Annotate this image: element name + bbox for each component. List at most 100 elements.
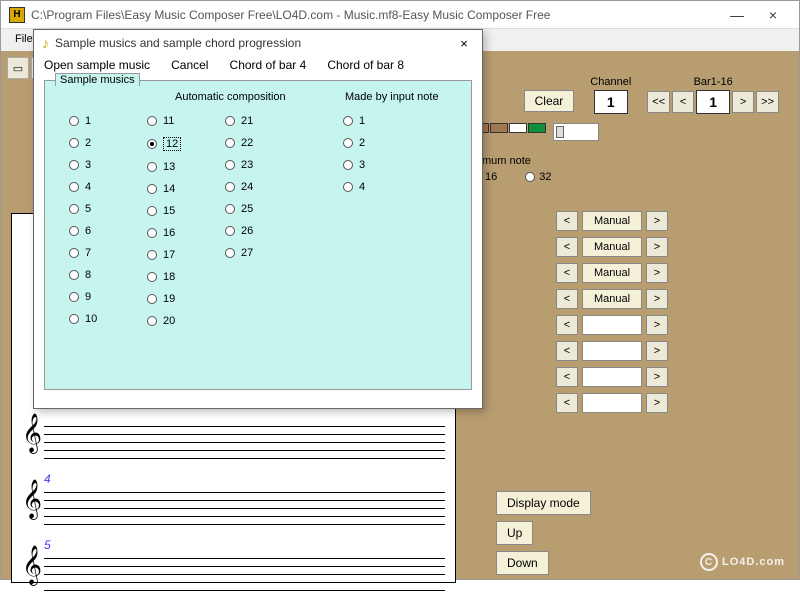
sample-radio-21[interactable]: 21 [225, 115, 273, 127]
radio-label: 12 [163, 137, 181, 151]
manual-box[interactable]: Manual [582, 237, 642, 257]
sample-radio-15[interactable]: 15 [147, 205, 195, 217]
prev-button[interactable]: < [556, 367, 578, 387]
chord-bar-4[interactable]: Chord of bar 4 [230, 58, 307, 72]
sample-radio-11[interactable]: 11 [147, 115, 195, 127]
sample-radio-24[interactable]: 24 [225, 181, 273, 193]
chord-bar-8[interactable]: Chord of bar 8 [327, 58, 404, 72]
prev-button[interactable]: < [556, 263, 578, 283]
sample-radio-20[interactable]: 20 [147, 315, 195, 327]
manual-stack: <Manual> <Manual> <Manual> <Manual> <> <… [556, 211, 668, 413]
staff-lines: 𝄞 [22, 552, 445, 592]
next-button[interactable]: > [646, 289, 668, 309]
header-manual: Made by input note [345, 91, 439, 103]
radio-label: 4 [85, 181, 91, 193]
dialog-close-button[interactable]: × [454, 36, 474, 51]
radio-label: 11 [163, 115, 174, 127]
close-button[interactable]: × [755, 4, 791, 26]
sample-radio-4[interactable]: 4 [69, 181, 117, 193]
manual-box[interactable]: Manual [582, 263, 642, 283]
titlebar: H C:\Program Files\Easy Music Composer F… [1, 1, 799, 29]
sample-radio-1[interactable]: 1 [343, 115, 391, 127]
next-button[interactable]: > [646, 315, 668, 335]
manual-box[interactable] [582, 341, 642, 361]
open-sample-music[interactable]: Open sample music [44, 58, 150, 72]
sample-musics-dialog: ♪ Sample musics and sample chord progres… [33, 29, 483, 409]
swatch[interactable] [528, 123, 546, 133]
manual-row: <> [556, 393, 668, 413]
sample-radio-9[interactable]: 9 [69, 291, 117, 303]
sample-radio-2[interactable]: 2 [343, 137, 391, 149]
bar-group: Bar1-16 << < 1 > >> [647, 76, 779, 114]
sample-radio-6[interactable]: 6 [69, 225, 117, 237]
radio-icon [147, 139, 157, 149]
sample-radio-10[interactable]: 10 [69, 313, 117, 325]
sample-radio-13[interactable]: 13 [147, 161, 195, 173]
window-title: C:\Program Files\Easy Music Composer Fre… [31, 8, 719, 22]
sample-radio-22[interactable]: 22 [225, 137, 273, 149]
bar-last-button[interactable]: >> [756, 91, 779, 113]
watermark: C LO4D.com [700, 553, 785, 571]
display-mode-button[interactable]: Display mode [496, 491, 591, 515]
swatch[interactable] [490, 123, 508, 133]
sample-radio-8[interactable]: 8 [69, 269, 117, 281]
prev-button[interactable]: < [556, 237, 578, 257]
radio-label: 20 [163, 315, 175, 327]
cancel[interactable]: Cancel [171, 58, 208, 72]
sample-radio-26[interactable]: 26 [225, 225, 273, 237]
sample-radio-19[interactable]: 19 [147, 293, 195, 305]
staff-number: 5 [44, 538, 445, 552]
treble-clef-icon: 𝄞 [22, 416, 42, 450]
min-note-32[interactable]: 32 [525, 171, 551, 183]
prev-button[interactable]: < [556, 315, 578, 335]
bar-prev-button[interactable]: < [672, 91, 694, 113]
manual-row: <> [556, 367, 668, 387]
sample-radio-18[interactable]: 18 [147, 271, 195, 283]
next-button[interactable]: > [646, 263, 668, 283]
slider[interactable] [553, 123, 599, 141]
sample-radio-16[interactable]: 16 [147, 227, 195, 239]
sample-radio-7[interactable]: 7 [69, 247, 117, 259]
sample-radio-12[interactable]: 12 [147, 137, 195, 151]
next-button[interactable]: > [646, 367, 668, 387]
radio-columns: 12345678910 11121314151617181920 2122232… [69, 115, 391, 327]
sample-radio-27[interactable]: 27 [225, 247, 273, 259]
swatch[interactable] [509, 123, 527, 133]
staff-lines: 𝄞 [22, 486, 445, 526]
up-button[interactable]: Up [496, 521, 533, 545]
sample-radio-23[interactable]: 23 [225, 159, 273, 171]
sample-radio-4[interactable]: 4 [343, 181, 391, 193]
channel-group: Channel 1 [590, 76, 631, 114]
prev-button[interactable]: < [556, 393, 578, 413]
sample-radio-5[interactable]: 5 [69, 203, 117, 215]
toolbar-new-icon[interactable]: ▭ [7, 57, 29, 79]
sample-radio-17[interactable]: 17 [147, 249, 195, 261]
sample-radio-2[interactable]: 2 [69, 137, 117, 149]
next-button[interactable]: > [646, 341, 668, 361]
bar-first-button[interactable]: << [647, 91, 670, 113]
sample-radio-3[interactable]: 3 [69, 159, 117, 171]
next-button[interactable]: > [646, 237, 668, 257]
manual-box[interactable]: Manual [582, 289, 642, 309]
down-button[interactable]: Down [496, 551, 549, 575]
sample-radio-25[interactable]: 25 [225, 203, 273, 215]
radio-label: 9 [85, 291, 91, 303]
prev-button[interactable]: < [556, 211, 578, 231]
next-button[interactable]: > [646, 393, 668, 413]
sample-radio-3[interactable]: 3 [343, 159, 391, 171]
minimize-button[interactable]: — [719, 4, 755, 26]
manual-box[interactable] [582, 315, 642, 335]
prev-button[interactable]: < [556, 341, 578, 361]
manual-box[interactable] [582, 367, 642, 387]
radio-label: 1 [359, 115, 365, 127]
clear-button[interactable]: Clear [524, 90, 575, 112]
sample-radio-14[interactable]: 14 [147, 183, 195, 195]
next-button[interactable]: > [646, 211, 668, 231]
radio-icon [147, 116, 157, 126]
manual-box[interactable]: Manual [582, 211, 642, 231]
prev-button[interactable]: < [556, 289, 578, 309]
slider-thumb[interactable] [556, 126, 564, 138]
sample-radio-1[interactable]: 1 [69, 115, 117, 127]
manual-box[interactable] [582, 393, 642, 413]
bar-next-button[interactable]: > [732, 91, 754, 113]
